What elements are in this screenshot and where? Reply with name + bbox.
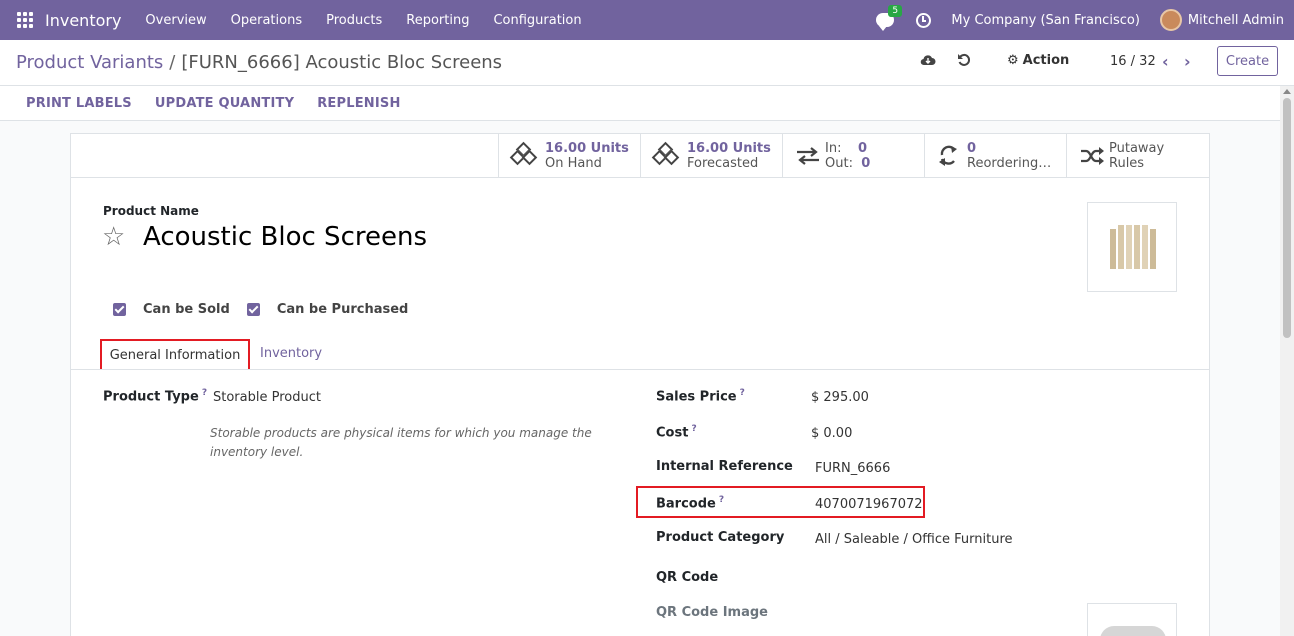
barcode-field[interactable]: 4070071967072 xyxy=(815,497,923,512)
pager-value[interactable]: 16 / 32 xyxy=(1110,54,1156,69)
on-hand-label: On Hand xyxy=(545,156,602,171)
qr-code-image-label: QR Code Image xyxy=(656,605,768,620)
company-switcher[interactable]: My Company (San Francisco) xyxy=(951,13,1139,28)
avatar[interactable] xyxy=(1159,9,1182,31)
forecast-label: Forecasted xyxy=(687,156,759,171)
menu-products[interactable]: Products xyxy=(314,13,394,28)
product-type-label: Product Type? xyxy=(103,388,208,405)
forecasted-button[interactable]: 16.00 Units Forecasted xyxy=(640,134,782,178)
product-name-label: Product Name xyxy=(103,204,199,218)
help-icon[interactable]: ? xyxy=(202,388,207,398)
breadcrumb-current: [FURN_6666] Acoustic Bloc Screens xyxy=(181,52,503,73)
tab-divider xyxy=(71,369,1209,370)
forecast-value: 16.00 Units xyxy=(687,141,771,156)
can-be-sold-checkbox[interactable] xyxy=(113,303,126,316)
print-labels-button[interactable]: PRINT LABELS xyxy=(26,96,132,111)
chevron-left-icon[interactable]: ‹ xyxy=(1162,52,1169,71)
reorder-value: 0 xyxy=(967,141,977,156)
menu-operations[interactable]: Operations xyxy=(219,13,314,28)
can-be-sold-label: Can be Sold xyxy=(143,302,230,317)
refresh-icon xyxy=(939,145,957,166)
cost-field[interactable]: $ 0.00 xyxy=(811,426,852,441)
putaway-line1: Putaway xyxy=(1109,141,1165,156)
form-action-bar: PRINT LABELS UPDATE QUANTITY REPLENISH xyxy=(0,86,1294,121)
control-panel: Product Variants / [FURN_6666] Acoustic Bl… xyxy=(0,40,1294,86)
internal-reference-label: Internal Reference xyxy=(656,459,793,474)
breadcrumb-separator: / xyxy=(169,52,176,73)
create-button[interactable]: Create xyxy=(1217,46,1278,76)
cost-label: Cost? xyxy=(656,424,697,441)
action-label: Action xyxy=(1022,53,1070,68)
scrollbar[interactable] xyxy=(1280,86,1294,636)
help-icon[interactable]: ? xyxy=(719,495,724,505)
cubes-icon xyxy=(651,141,681,168)
replenish-button[interactable]: REPLENISH xyxy=(317,96,400,111)
help-icon[interactable]: ? xyxy=(691,424,696,434)
out-label: Out: xyxy=(825,156,853,171)
barcode-label: Barcode? xyxy=(656,495,725,512)
product-category-field[interactable]: All / Saleable / Office Furniture xyxy=(815,532,1013,547)
smart-buttons: 16.00 Units On Hand 16.00 Units Forecast… xyxy=(498,134,1208,178)
form-sheet xyxy=(70,133,1210,636)
menu-reporting[interactable]: Reporting xyxy=(394,13,481,28)
sales-price-label: Sales Price? xyxy=(656,388,745,405)
out-value: 0 xyxy=(861,156,871,171)
random-shuffle-icon xyxy=(1081,147,1104,165)
chat-count-badge: 5 xyxy=(888,5,903,17)
scroll-up-icon[interactable] xyxy=(1283,89,1291,94)
product-type-select[interactable]: Storable Product xyxy=(213,390,321,405)
favorite-star-icon[interactable]: ☆ xyxy=(102,222,125,252)
qr-code-image[interactable] xyxy=(1087,603,1177,636)
menu-overview[interactable]: Overview xyxy=(133,13,218,28)
gear-icon: ⚙ xyxy=(1007,53,1019,68)
menu-configuration[interactable]: Configuration xyxy=(481,13,593,28)
on-hand-button[interactable]: 16.00 Units On Hand xyxy=(498,134,640,178)
internal-reference-field[interactable]: FURN_6666 xyxy=(815,461,890,476)
sales-price-field[interactable]: $ 295.00 xyxy=(811,390,869,405)
top-navbar: Inventory Overview Operations Products R… xyxy=(0,0,1294,40)
tab-general-information[interactable]: General Information xyxy=(100,339,250,369)
chevron-right-icon[interactable]: › xyxy=(1184,52,1191,71)
reordering-button[interactable]: 0 Reordering… xyxy=(924,134,1066,178)
scrollbar-thumb[interactable] xyxy=(1283,98,1291,338)
sale-purchase-checkboxes: Can be Sold Can be Purchased xyxy=(113,302,425,317)
update-quantity-button[interactable]: UPDATE QUANTITY xyxy=(155,96,294,111)
product-name-field[interactable]: Acoustic Bloc Screens xyxy=(143,222,427,252)
product-type-help: Storable products are physical items for… xyxy=(210,426,592,459)
reorder-label: Reordering… xyxy=(967,156,1052,171)
help-icon[interactable]: ? xyxy=(740,388,745,398)
app-name[interactable]: Inventory xyxy=(45,11,121,30)
divider xyxy=(71,177,1209,178)
putaway-line2: Rules xyxy=(1109,156,1145,171)
breadcrumb: Product Variants / [FURN_6666] Acoustic Bl… xyxy=(16,52,502,73)
exchange-arrows-icon xyxy=(797,147,819,165)
product-category-label: Product Category xyxy=(656,530,785,545)
can-be-purchased-checkbox[interactable] xyxy=(246,303,260,316)
cubes-icon xyxy=(509,141,539,168)
apps-menu-icon[interactable] xyxy=(17,12,33,28)
product-image[interactable] xyxy=(1087,202,1177,292)
save-cloud-icon[interactable] xyxy=(920,54,936,66)
breadcrumb-parent[interactable]: Product Variants xyxy=(16,52,163,73)
in-label: In: xyxy=(825,141,842,156)
discard-undo-icon[interactable] xyxy=(957,53,971,67)
messaging-button[interactable]: 5 xyxy=(876,5,903,31)
in-value: 0 xyxy=(857,141,868,156)
tab-inventory[interactable]: Inventory xyxy=(260,346,322,361)
qr-code-label: QR Code xyxy=(656,570,719,585)
can-be-purchased-label: Can be Purchased xyxy=(276,302,409,317)
putaway-rules-button[interactable]: Putaway Rules xyxy=(1066,134,1208,178)
action-menu-button[interactable]: ⚙ Action xyxy=(1007,53,1069,68)
user-menu[interactable]: Mitchell Admin xyxy=(1188,13,1284,28)
in-out-button[interactable]: In: 0 Out: 0 xyxy=(782,134,924,178)
activity-clock-icon[interactable] xyxy=(916,12,932,28)
on-hand-value: 16.00 Units xyxy=(545,141,629,156)
